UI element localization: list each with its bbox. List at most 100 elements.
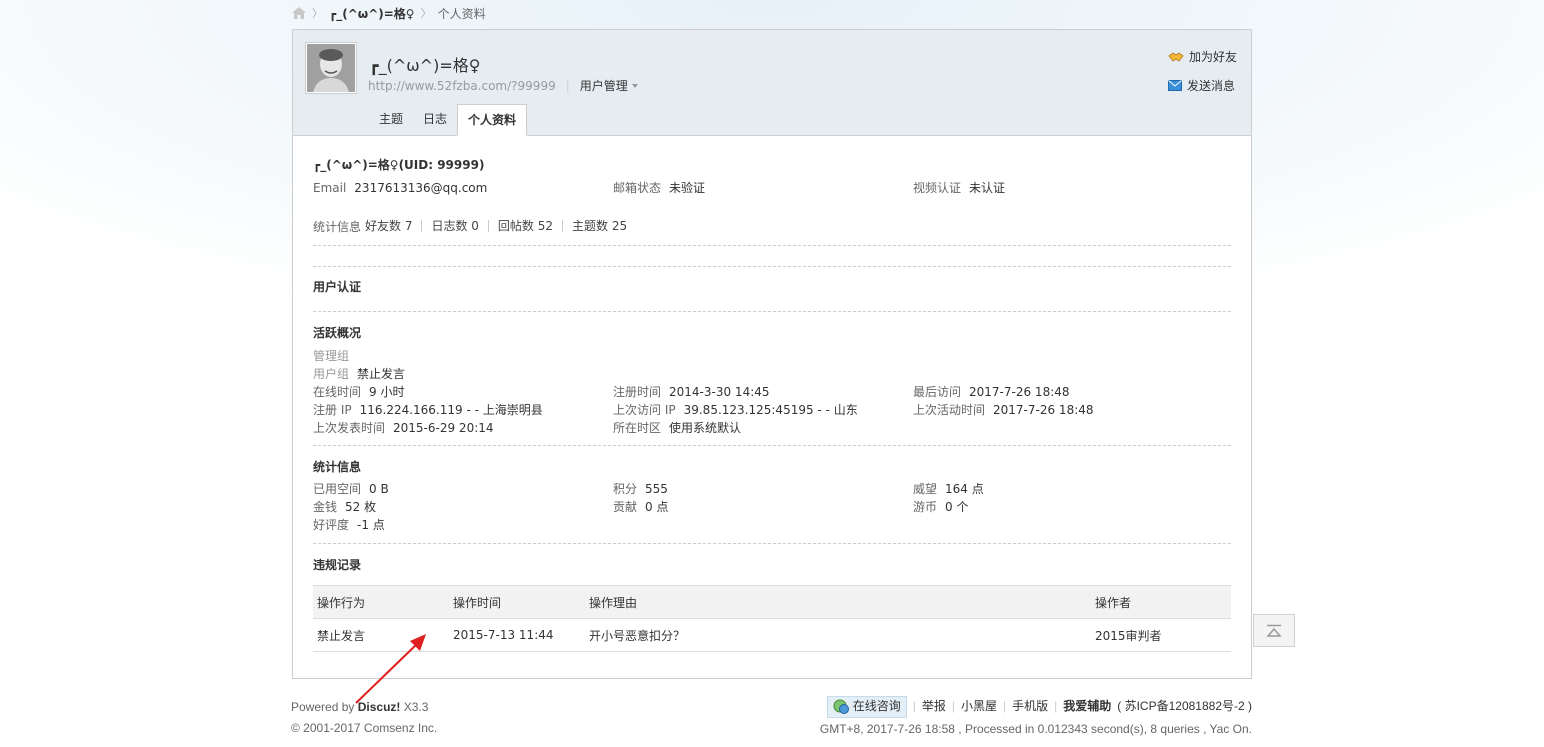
reply-count-link[interactable]: 回帖数 52 bbox=[487, 220, 562, 232]
statistics-title: 统计信息 bbox=[313, 460, 362, 474]
separator: | bbox=[565, 78, 570, 93]
prestige-value: 164 点 bbox=[945, 482, 984, 496]
reg-ip-value: 116.224.166.119 - - 上海崇明县 bbox=[359, 403, 543, 417]
online-consult-button[interactable]: 在线咨询 bbox=[826, 695, 907, 718]
last-ip-value: 39.85.123.125:45195 - - 山东 bbox=[683, 403, 858, 417]
avatar[interactable] bbox=[305, 42, 357, 94]
tab-threads[interactable]: 主题 bbox=[369, 104, 413, 134]
profile-panel: ┏_(^ω^)=格♀ http://www.52fzba.com/?99999 … bbox=[292, 29, 1252, 679]
separator: | bbox=[951, 699, 955, 713]
profile-tabs: 主题 日志 个人资料 bbox=[369, 104, 528, 136]
money-label: 金钱 bbox=[313, 500, 338, 514]
send-message-button[interactable]: 发送消息 bbox=[1167, 77, 1237, 94]
reg-time-label: 注册时间 bbox=[613, 385, 662, 399]
timezone-value: 使用系统默认 bbox=[669, 421, 742, 435]
table-header-row: 操作行为 操作时间 操作理由 操作者 bbox=[313, 585, 1231, 619]
breadcrumb-user-link[interactable]: ┏_(^ω^)=格♀ bbox=[329, 5, 415, 22]
send-message-label: 发送消息 bbox=[1186, 79, 1235, 93]
activity-title: 活跃概况 bbox=[313, 326, 362, 340]
breadcrumb: 〉 ┏_(^ω^)=格♀ 〉 个人资料 bbox=[292, 4, 486, 22]
back-to-top-button[interactable] bbox=[1253, 614, 1295, 647]
last-active-value: 2017-7-26 18:48 bbox=[993, 403, 1094, 417]
tab-blog[interactable]: 日志 bbox=[413, 104, 457, 134]
reg-time-value: 2014-3-30 14:45 bbox=[669, 385, 770, 399]
profile-url-line: http://www.52fzba.com/?99999 | 用户管理 bbox=[368, 77, 638, 94]
space-label: 已用空间 bbox=[313, 482, 362, 496]
add-friend-label: 加为好友 bbox=[1188, 50, 1237, 64]
profile-actions: 加为好友 发送消息 bbox=[1167, 48, 1237, 94]
table-cell: 禁止发言 bbox=[313, 618, 449, 652]
reg-ip-label: 注册 IP bbox=[313, 403, 352, 417]
last-post-value: 2015-6-29 20:14 bbox=[393, 421, 494, 435]
powered-prefix: Powered by bbox=[291, 700, 355, 714]
online-consult-label: 在线咨询 bbox=[852, 699, 901, 713]
credits-label: 积分 bbox=[613, 482, 638, 496]
last-post-label: 上次发表时间 bbox=[313, 421, 386, 435]
chat-icon bbox=[833, 699, 849, 714]
prestige-label: 威望 bbox=[913, 482, 938, 496]
mail-status-value: 未验证 bbox=[669, 181, 706, 195]
separator: | bbox=[1054, 699, 1058, 713]
stats-label: 统计信息 bbox=[313, 219, 362, 234]
profile-title: ┏_(^ω^)=格♀(UID: 99999) bbox=[313, 158, 485, 172]
arrow-up-icon bbox=[1266, 624, 1282, 637]
timezone-label: 所在时区 bbox=[613, 421, 662, 435]
credits-value: 555 bbox=[645, 482, 668, 496]
user-manage-dropdown[interactable]: 用户管理 bbox=[580, 77, 638, 94]
rating-label: 好评度 bbox=[313, 518, 350, 532]
table-header: 操作时间 bbox=[449, 585, 585, 619]
rating-value: -1 点 bbox=[357, 518, 385, 532]
coins-label: 游币 bbox=[913, 500, 938, 514]
contribution-label: 贡献 bbox=[613, 500, 638, 514]
report-link[interactable]: 举报 bbox=[922, 695, 946, 718]
footer-stats: GMT+8, 2017-7-26 18:58 , Processed in 0.… bbox=[819, 722, 1252, 736]
breadcrumb-separator: 〉 bbox=[312, 7, 323, 20]
envelope-icon bbox=[1167, 80, 1182, 91]
blacklist-link[interactable]: 小黑屋 bbox=[961, 695, 997, 718]
add-friend-button[interactable]: 加为好友 bbox=[1168, 48, 1237, 65]
online-time-label: 在线时间 bbox=[313, 385, 362, 399]
separator: | bbox=[1002, 699, 1007, 713]
profile-username: ┏_(^ω^)=格♀ bbox=[369, 56, 481, 75]
breadcrumb-current: 个人资料 bbox=[437, 6, 486, 21]
last-visit-value: 2017-7-26 18:48 bbox=[969, 385, 1070, 399]
stats-line: 统计信息 好友数 7 日志数 0 回帖数 52 主题数 25 bbox=[313, 217, 1231, 235]
copyright: © 2001-2017 Comsenz Inc. bbox=[291, 721, 438, 735]
table-header: 操作行为 bbox=[313, 585, 449, 619]
online-time-value: 9 小时 bbox=[369, 385, 405, 399]
discuz-link[interactable]: Discuz! bbox=[358, 700, 401, 714]
chevron-down-icon bbox=[631, 83, 638, 88]
profile-url-link[interactable]: http://www.52fzba.com/?99999 bbox=[368, 79, 556, 93]
user-group-value: 禁止发言 bbox=[357, 367, 406, 381]
table-row: 禁止发言 2015-7-13 11:44 开小号恶意扣分？ 2015审判者 bbox=[313, 618, 1231, 652]
last-ip-label: 上次访问 IP bbox=[613, 403, 676, 417]
footer-info: 在线咨询 | 举报 | 小黑屋 | 手机版 | 我爱辅助 ( 苏ICP备1208… bbox=[820, 695, 1252, 741]
email-label: Email bbox=[313, 181, 347, 195]
blog-count-link[interactable]: 日志数 0 bbox=[421, 220, 487, 232]
table-cell: 开小号恶意扣分？ bbox=[585, 618, 1091, 652]
divider bbox=[313, 245, 1231, 266]
space-value: 0 B bbox=[369, 482, 389, 496]
thread-count-link[interactable]: 主题数 25 bbox=[562, 220, 636, 232]
user-auth-section: 用户认证 bbox=[313, 266, 1231, 311]
video-auth-label: 视频认证 bbox=[913, 181, 962, 195]
friends-count-link[interactable]: 好友数 7 bbox=[365, 220, 421, 232]
table-header: 操作理由 bbox=[585, 585, 1091, 619]
discuz-version: X3.3 bbox=[403, 700, 429, 714]
email-value: 2317613136@qq.com bbox=[354, 181, 488, 195]
home-icon[interactable] bbox=[292, 7, 306, 19]
table-cell: 2015-7-13 11:44 bbox=[449, 618, 585, 652]
video-auth-value: 未认证 bbox=[969, 181, 1006, 195]
table-header: 操作者 bbox=[1091, 585, 1231, 619]
last-visit-label: 最后访问 bbox=[913, 385, 962, 399]
mobile-link[interactable]: 手机版 bbox=[1012, 695, 1048, 718]
site-name-link[interactable]: 我爱辅助 bbox=[1063, 695, 1111, 718]
table-cell: 2015审判者 bbox=[1091, 618, 1231, 652]
tab-profile[interactable]: 个人资料 bbox=[457, 104, 528, 136]
mail-status-label: 邮箱状态 bbox=[613, 181, 662, 195]
violations-title: 违规记录 bbox=[313, 558, 362, 572]
user-manage-label: 用户管理 bbox=[579, 79, 628, 93]
separator: | bbox=[912, 699, 916, 713]
icp-link[interactable]: ( 苏ICP备12081882号-2 ) bbox=[1117, 695, 1252, 718]
last-active-label: 上次活动时间 bbox=[913, 403, 986, 417]
